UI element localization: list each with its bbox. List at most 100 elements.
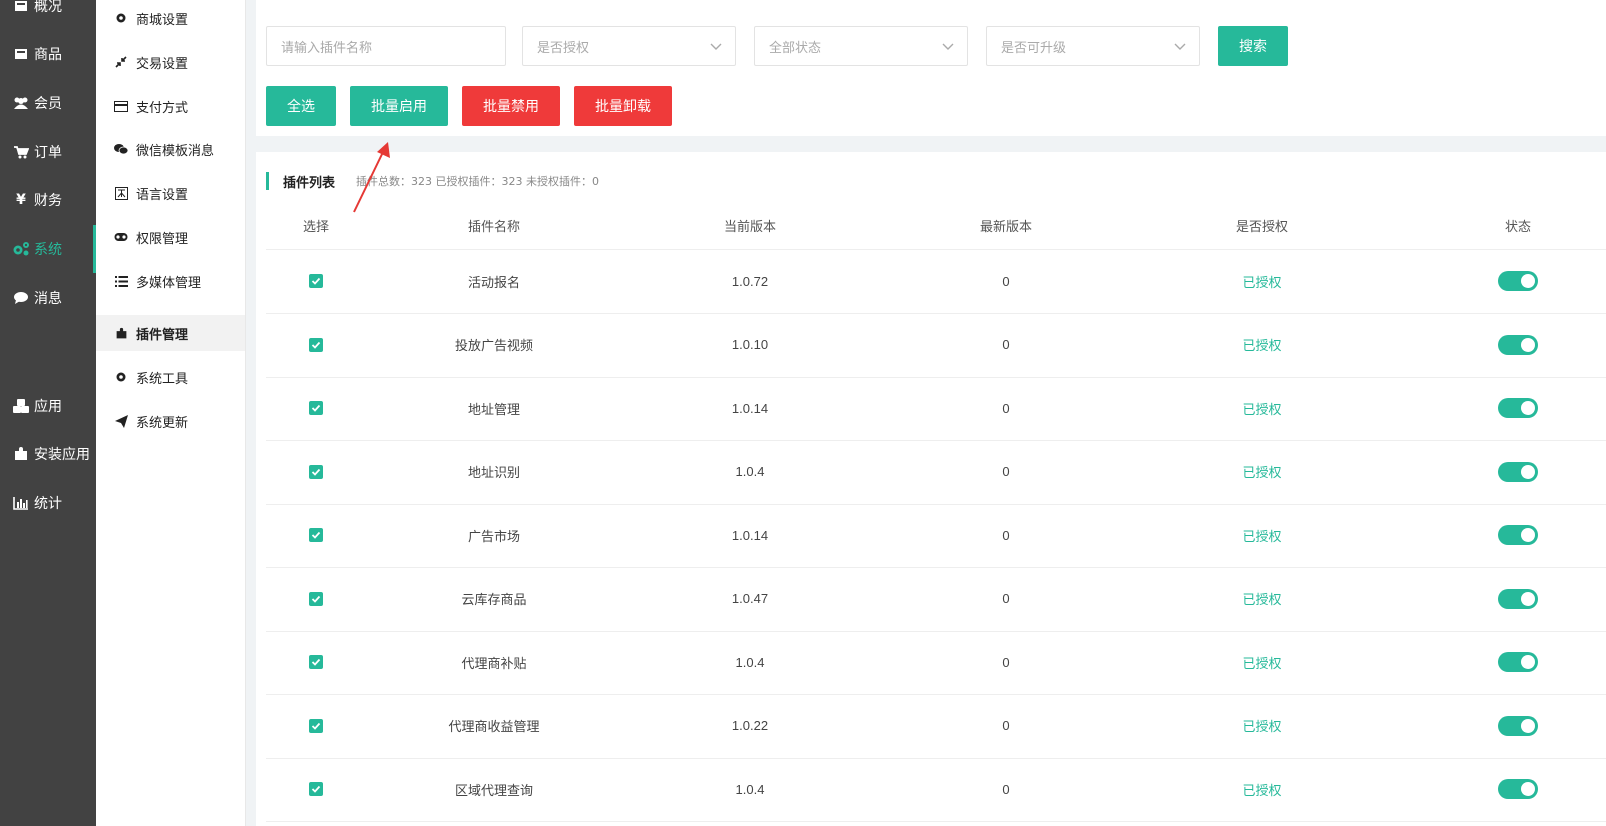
subnav-item-trade-settings[interactable]: 交易设置 (96, 44, 245, 80)
row-checkbox[interactable] (309, 274, 323, 288)
nav-item-apps[interactable]: 应用 (0, 382, 96, 430)
row-checkbox[interactable] (309, 655, 323, 669)
cell-authorized: 已授权 (1242, 528, 1282, 544)
cell-authorized: 已授权 (1242, 465, 1282, 480)
list-icon (114, 274, 128, 288)
filter-panel: 请输入插件名称 是否授权 全部状态 是否可升级 搜索 全选 批量启用 批量禁用 … (256, 0, 1606, 136)
nav-item-stats[interactable]: 统计 (0, 479, 96, 527)
cell-status (1390, 313, 1606, 377)
batch-enable-button[interactable]: 批量启用 (350, 86, 448, 126)
cell-latest-version: 0 (1002, 718, 1010, 733)
subnav-item-permissions[interactable]: 权限管理 (96, 219, 245, 255)
row-checkbox[interactable] (309, 464, 323, 479)
select-all-button[interactable]: 全选 (266, 86, 336, 126)
nav-item-message[interactable]: 消息 (0, 274, 96, 322)
table-row: 云库存商品 1.0.47 0 已授权 (266, 567, 1606, 632)
cell-status (1390, 249, 1606, 313)
check-icon (311, 404, 321, 412)
check-icon (311, 341, 321, 349)
cell-select (266, 440, 366, 504)
subnav-item-system-update[interactable]: 系统更新 (96, 403, 245, 439)
row-checkbox[interactable] (309, 337, 323, 352)
check-icon (311, 595, 321, 603)
cell-current-version: 1.0.47 (731, 591, 769, 606)
check-icon (311, 722, 321, 730)
subnav-label: 商城设置 (136, 12, 189, 28)
send-icon (114, 414, 128, 428)
subnav-item-media[interactable]: 多媒体管理 (96, 263, 245, 299)
status-select[interactable]: 全部状态 (754, 26, 968, 66)
nav-item-install-apps[interactable]: 安装应用 (0, 430, 96, 478)
row-checkbox[interactable] (309, 591, 323, 606)
cell-select (266, 313, 366, 377)
status-toggle[interactable] (1498, 652, 1538, 672)
subnav-item-system-tools[interactable]: 系统工具 (96, 359, 245, 395)
subnav-item-plugin-management[interactable]: 插件管理 (96, 315, 245, 351)
nav-label: 财务 (34, 193, 62, 209)
cell-latest-version: 0 (1002, 464, 1010, 479)
cell-plugin-name: 地址识别 (467, 465, 520, 480)
cell-current-version: 1.0.4 (735, 781, 765, 797)
gears-icon (12, 240, 30, 258)
nav-label: 应用 (34, 399, 62, 415)
row-checkbox[interactable] (309, 401, 323, 415)
nav-item-member[interactable]: 会员 (0, 79, 96, 127)
cell-current-version: 1.0.4 (735, 464, 765, 479)
cell-select (266, 694, 366, 758)
subnav-item-mall-settings[interactable]: 商城设置 (96, 0, 245, 36)
subnav-label: 系统工具 (136, 371, 189, 387)
nav-label: 会员 (34, 96, 62, 112)
status-toggle[interactable] (1498, 525, 1538, 545)
check-icon (311, 785, 321, 793)
table-row: 区域代理查询 1.0.4 0 已授权 (266, 757, 1606, 822)
status-toggle[interactable] (1498, 271, 1538, 291)
subnav-item-language[interactable]: 语言设置 (96, 175, 245, 211)
subnav-item-wechat-template[interactable]: 微信模板消息 (96, 131, 245, 167)
cell-select (266, 503, 366, 567)
cell-status (1390, 503, 1606, 567)
table-row: 活动报名 1.0.72 0 已授权 (266, 249, 1606, 314)
search-button[interactable]: 搜索 (1218, 26, 1288, 66)
secondary-sidebar: 商城设置 交易设置 支付方式 微信模板消息 语言设置 权限管理 多媒体管理 插件… (96, 0, 246, 826)
nav-label: 安装应用 (34, 447, 90, 463)
cell-plugin-name: 地址管理 (467, 401, 520, 417)
row-checkbox[interactable] (309, 718, 323, 733)
nav-item-system[interactable]: 系统 (0, 225, 96, 273)
authorized-select[interactable]: 是否授权 (522, 26, 736, 66)
nav-item-overview[interactable]: 概况 (0, 0, 96, 30)
nav-item-product[interactable]: 商品 (0, 30, 96, 78)
status-toggle[interactable] (1498, 461, 1538, 482)
column-header-current-version: 当前版本 (723, 220, 776, 235)
subnav-label: 插件管理 (136, 327, 189, 343)
subnav-label: 系统更新 (136, 415, 189, 431)
cell-current-version: 1.0.4 (735, 654, 765, 670)
status-toggle[interactable] (1498, 588, 1538, 609)
chevron-down-icon (1174, 43, 1186, 50)
credit-card-icon (114, 99, 128, 113)
subnav-item-payment[interactable]: 支付方式 (96, 88, 245, 124)
plugin-name-input[interactable]: 请输入插件名称 (266, 26, 506, 66)
batch-disable-button[interactable]: 批量禁用 (462, 86, 560, 126)
status-toggle[interactable] (1498, 715, 1538, 736)
cubes-icon (12, 397, 30, 415)
nav-item-order[interactable]: 订单 (0, 128, 96, 176)
nav-item-finance[interactable]: ¥ 财务 (0, 176, 96, 224)
yen-icon: ¥ (16, 192, 26, 208)
subnav-label: 多媒体管理 (136, 275, 202, 291)
row-checkbox[interactable] (309, 528, 323, 542)
cell-select (266, 630, 366, 694)
cell-latest-version: 0 (1002, 400, 1010, 416)
status-toggle[interactable] (1498, 779, 1538, 799)
cell-status (1390, 376, 1606, 440)
upgradable-select[interactable]: 是否可升级 (986, 26, 1200, 66)
table-row: 代理商收益管理 1.0.22 0 已授权 (266, 694, 1606, 759)
row-checkbox[interactable] (309, 782, 323, 796)
nav-label: 统计 (34, 496, 62, 512)
subnav-label: 权限管理 (136, 231, 189, 247)
cell-select (266, 249, 366, 313)
status-toggle[interactable] (1498, 398, 1538, 418)
column-header-authorized: 是否授权 (1235, 220, 1288, 235)
status-toggle[interactable] (1498, 334, 1538, 355)
batch-uninstall-button[interactable]: 批量卸载 (574, 86, 672, 126)
cell-authorized: 已授权 (1242, 401, 1282, 417)
